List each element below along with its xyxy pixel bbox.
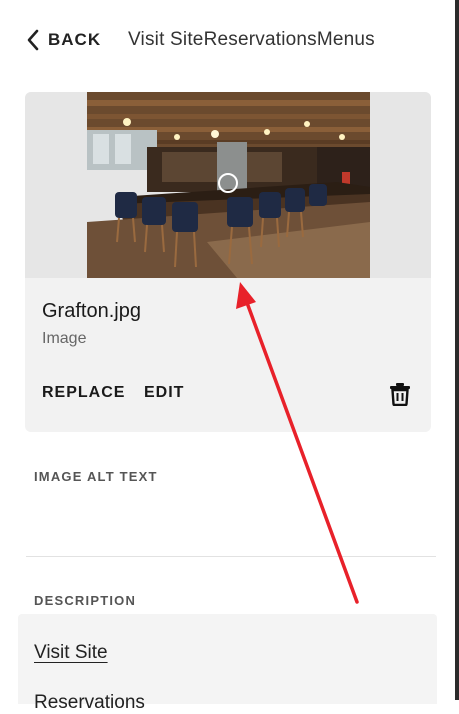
replace-button[interactable]: REPLACE <box>42 384 125 402</box>
image-card: Grafton.jpg Image REPLACE EDIT <box>25 92 431 432</box>
chevron-left-icon <box>26 29 40 51</box>
alt-text-input[interactable] <box>26 492 436 557</box>
window-edge <box>455 0 459 700</box>
back-button[interactable]: BACK <box>26 28 101 52</box>
description-next-line: Reservations <box>34 692 145 713</box>
back-label: BACK <box>48 30 102 49</box>
page-title: Visit SiteReservationsMenus <box>128 29 375 50</box>
editor-header: BACK Visit SiteReservationsMenus <box>0 0 455 80</box>
file-type: Image <box>42 330 87 347</box>
trash-icon <box>389 383 411 410</box>
edit-button[interactable]: EDIT <box>144 384 184 402</box>
image-preview-area[interactable] <box>25 92 431 278</box>
description-editor[interactable]: Visit Site Reservations <box>18 614 437 713</box>
file-name: Grafton.jpg <box>42 300 141 322</box>
description-link[interactable]: Visit Site <box>34 642 108 664</box>
description-label: DESCRIPTION <box>34 593 137 608</box>
delete-button[interactable] <box>389 382 411 407</box>
alt-text-label: IMAGE ALT TEXT <box>34 469 158 484</box>
focal-point-handle[interactable] <box>218 173 238 193</box>
image-block-editor-panel: BACK Visit SiteReservationsMenus Grafton… <box>0 0 455 713</box>
